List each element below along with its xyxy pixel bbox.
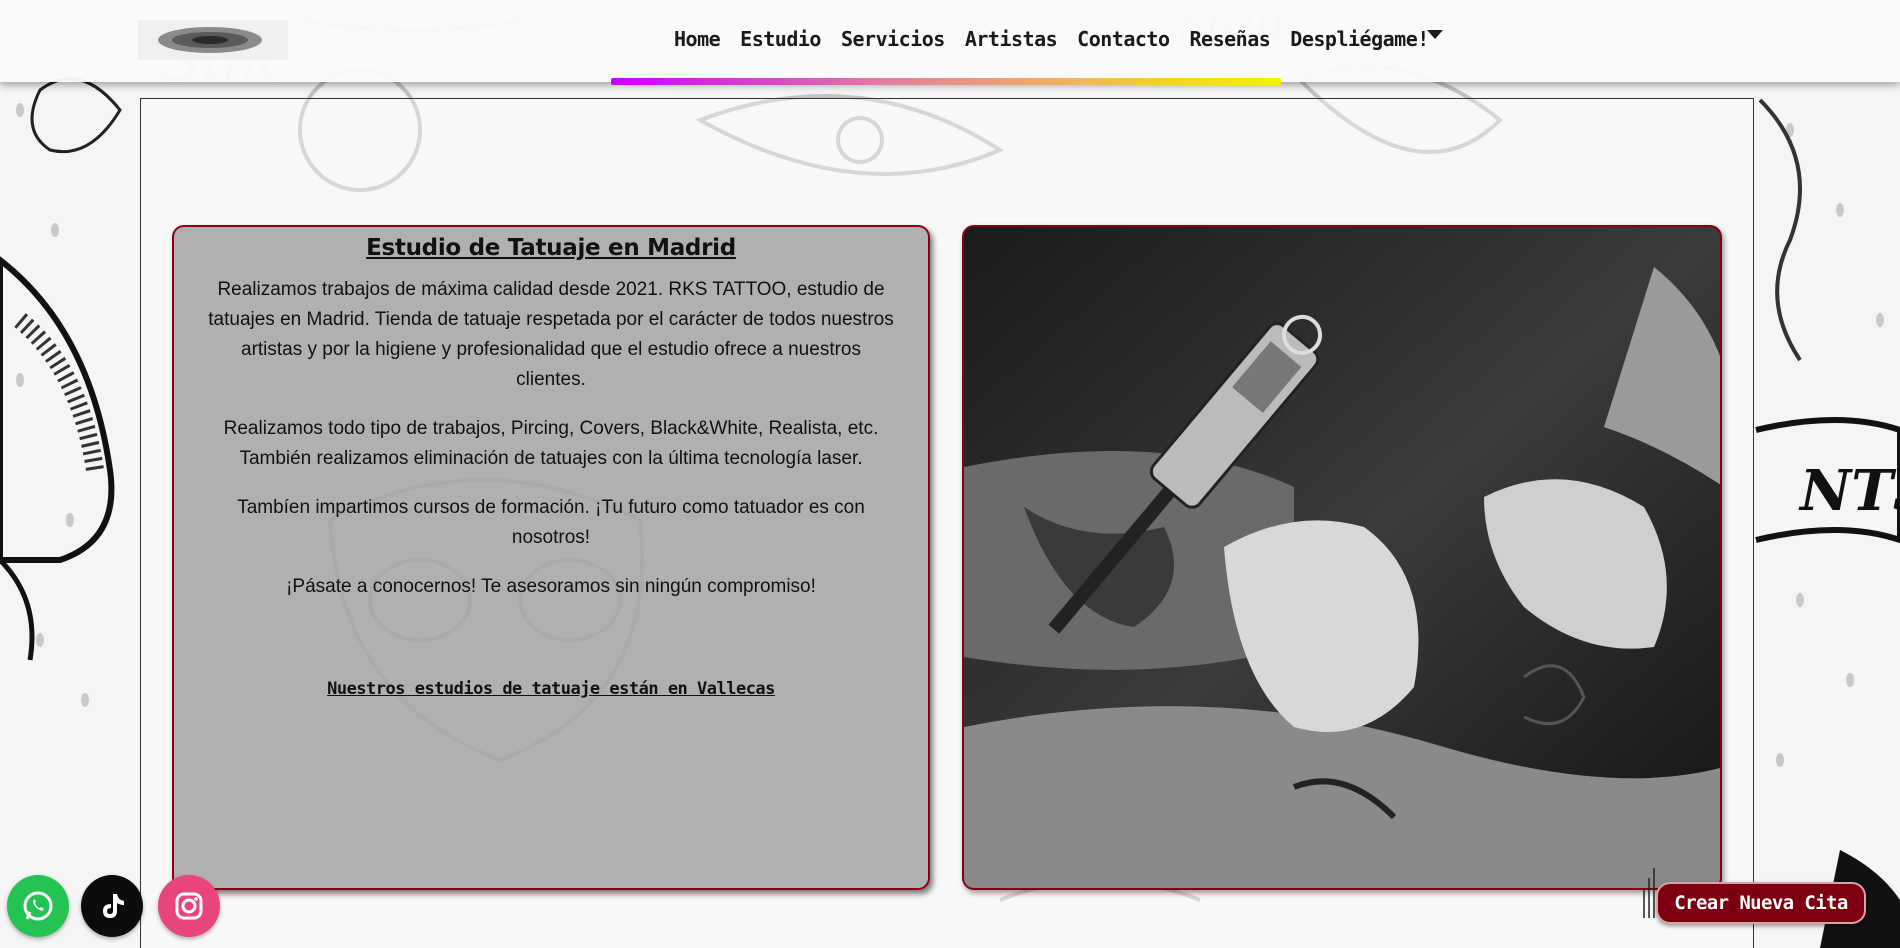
nav-dropdown-toggle[interactable]: Despliégame! <box>1290 27 1429 51</box>
whatsapp-button[interactable] <box>7 875 69 937</box>
svg-text:NTS: NTS <box>1798 458 1900 524</box>
studio-title: Estudio de Tatuaje en Madrid <box>366 235 736 261</box>
site-logo[interactable] <box>138 20 288 60</box>
nav-resenas[interactable]: Reseñas <box>1190 27 1271 51</box>
top-navbar: Home Estudio Servicios Artistas Contacto… <box>0 0 1900 82</box>
nav-home[interactable]: Home <box>674 27 721 51</box>
studio-paragraph-3: Tambíen impartimos cursos de formación. … <box>237 497 865 548</box>
nav-contacto[interactable]: Contacto <box>1077 27 1170 51</box>
instagram-button[interactable] <box>158 875 220 937</box>
whatsapp-icon <box>23 891 53 921</box>
location-link[interactable]: Nuestros estudios de tatuaje están en Va… <box>327 679 775 699</box>
nav-estudio[interactable]: Estudio <box>740 27 821 51</box>
tattooing-photo-image <box>964 227 1720 888</box>
nav-servicios[interactable]: Servicios <box>841 27 945 51</box>
studio-paragraph-1: Realizamos trabajos de máxima calidad de… <box>208 279 894 390</box>
studio-info-card: Estudio de Tatuaje en Madrid Realizamos … <box>172 225 930 890</box>
studio-paragraph-4: ¡Pásate a conocernos! Te asesoramos sin … <box>286 576 816 597</box>
main-nav: Home Estudio Servicios Artistas Contacto… <box>674 24 1443 54</box>
new-appointment-button[interactable]: Crear Nueva Cita <box>1656 882 1866 924</box>
instagram-icon <box>175 892 203 920</box>
tiktok-icon <box>103 894 124 918</box>
tiktok-button[interactable] <box>81 875 143 937</box>
tattoo-photo <box>962 225 1722 890</box>
chevron-down-icon[interactable] <box>1426 29 1443 39</box>
nav-artistas[interactable]: Artistas <box>965 27 1058 51</box>
studio-paragraph-2: Realizamos todo tipo de trabajos, Pircin… <box>223 418 879 469</box>
nav-gradient-underline <box>611 78 1281 85</box>
